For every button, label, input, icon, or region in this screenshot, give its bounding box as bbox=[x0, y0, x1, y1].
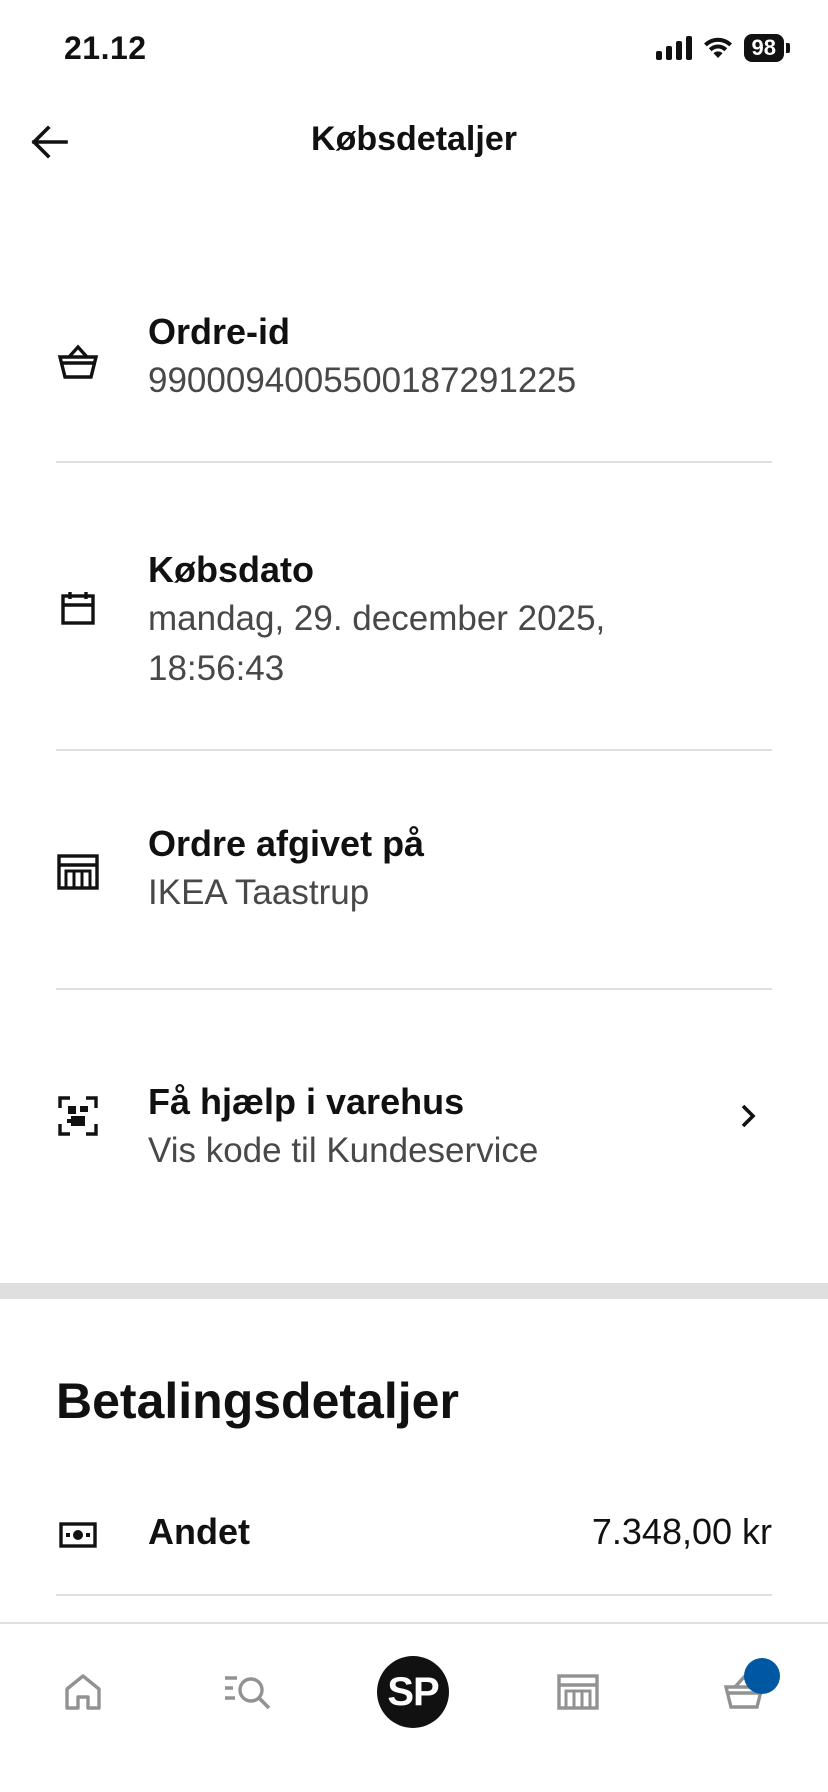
nav-search[interactable] bbox=[208, 1652, 288, 1732]
help-in-store-row[interactable]: Få hjælp i varehus Vis kode til Kundeser… bbox=[0, 990, 828, 1220]
nav-store[interactable] bbox=[538, 1652, 618, 1732]
status-bar: 21.12 98 bbox=[0, 0, 828, 100]
section-separator bbox=[0, 1283, 828, 1299]
purchase-date-line: mandag, 29. december 2025, bbox=[148, 599, 606, 638]
basket-badge bbox=[744, 1658, 780, 1694]
signal-icon bbox=[655, 36, 692, 60]
cash-icon bbox=[56, 1513, 100, 1557]
divider bbox=[56, 1594, 772, 1596]
home-icon bbox=[65, 1674, 101, 1710]
qr-code-icon bbox=[56, 1094, 100, 1138]
store-icon bbox=[56, 850, 100, 894]
order-id-row: Ordre-id 9900094005500187291225 bbox=[0, 240, 828, 460]
ordered-at-value: IKEA Taastrup bbox=[148, 873, 370, 912]
store-icon bbox=[557, 1674, 599, 1710]
nav-home[interactable] bbox=[43, 1652, 123, 1732]
avatar: SP bbox=[377, 1656, 449, 1728]
help-in-store-value: Vis kode til Kundeservice bbox=[148, 1131, 539, 1170]
wifi-icon bbox=[703, 37, 732, 58]
purchase-time-line: 18:56:43 bbox=[148, 649, 285, 688]
payment-method-label: Andet bbox=[148, 1511, 250, 1552]
purchase-date-label: Købsdato bbox=[148, 549, 314, 590]
status-icons: 98 bbox=[655, 34, 790, 62]
payment-amount: 7.348,00 kr bbox=[591, 1511, 772, 1552]
search-list-icon bbox=[225, 1676, 271, 1710]
payment-row: Andet 7.348,00 kr bbox=[0, 1505, 828, 1565]
battery-icon: 98 bbox=[743, 34, 790, 62]
order-id-label: Ordre-id bbox=[148, 311, 291, 352]
ordered-at-label: Ordre afgivet på bbox=[148, 823, 425, 864]
purchase-date-row: Købsdato mandag, 29. december 2025, 18:5… bbox=[0, 462, 828, 750]
page-title: Købsdetaljer bbox=[311, 120, 517, 158]
status-time: 21.12 bbox=[64, 30, 147, 66]
ordered-at-row: Ordre afgivet på IKEA Taastrup bbox=[0, 750, 828, 988]
nav-profile[interactable]: SP bbox=[373, 1652, 453, 1732]
calendar-icon bbox=[56, 586, 100, 630]
order-id-value: 9900094005500187291225 bbox=[148, 361, 577, 400]
bottom-navigation: SP bbox=[0, 1622, 828, 1792]
battery-level: 98 bbox=[743, 34, 784, 62]
basket-icon bbox=[56, 340, 100, 384]
top-app-bar: Købsdetaljer bbox=[0, 100, 828, 180]
chevron-right-icon bbox=[728, 1096, 768, 1136]
nav-basket[interactable] bbox=[704, 1652, 784, 1732]
payment-details-title: Betalingsdetaljer bbox=[56, 1373, 459, 1429]
purchase-date-value: mandag, 29. december 2025, 18:56:43 bbox=[148, 594, 718, 694]
help-in-store-label: Få hjælp i varehus bbox=[148, 1081, 465, 1122]
